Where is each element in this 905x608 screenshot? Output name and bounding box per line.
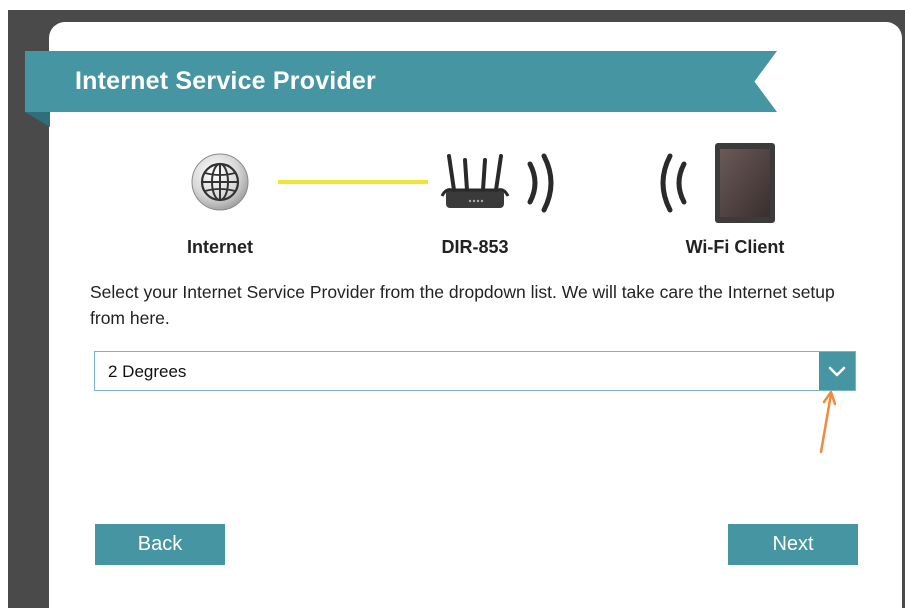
wifi-waves-client-icon bbox=[660, 153, 687, 213]
router-label: DIR-853 bbox=[441, 237, 509, 257]
internet-label: Internet bbox=[186, 237, 253, 257]
instructions-text: Select your Internet Service Provider fr… bbox=[90, 282, 835, 328]
connection-line bbox=[278, 180, 428, 184]
tablet-icon bbox=[715, 143, 775, 223]
next-button[interactable]: Next bbox=[728, 524, 858, 565]
back-button[interactable]: Back bbox=[95, 524, 225, 565]
page-title: Internet Service Provider bbox=[75, 67, 376, 95]
isp-dropdown[interactable]: 2 Degrees bbox=[94, 351, 856, 391]
chevron-down-icon bbox=[828, 366, 846, 377]
client-label: Wi-Fi Client bbox=[685, 237, 785, 257]
wifi-waves-icon bbox=[527, 153, 554, 213]
isp-selected-value: 2 Degrees bbox=[108, 362, 187, 381]
router-icon bbox=[440, 154, 510, 208]
dropdown-toggle-button[interactable] bbox=[819, 352, 855, 390]
banner-fold bbox=[25, 112, 50, 127]
annotation-arrow-icon bbox=[819, 390, 837, 454]
globe-icon bbox=[191, 153, 249, 211]
